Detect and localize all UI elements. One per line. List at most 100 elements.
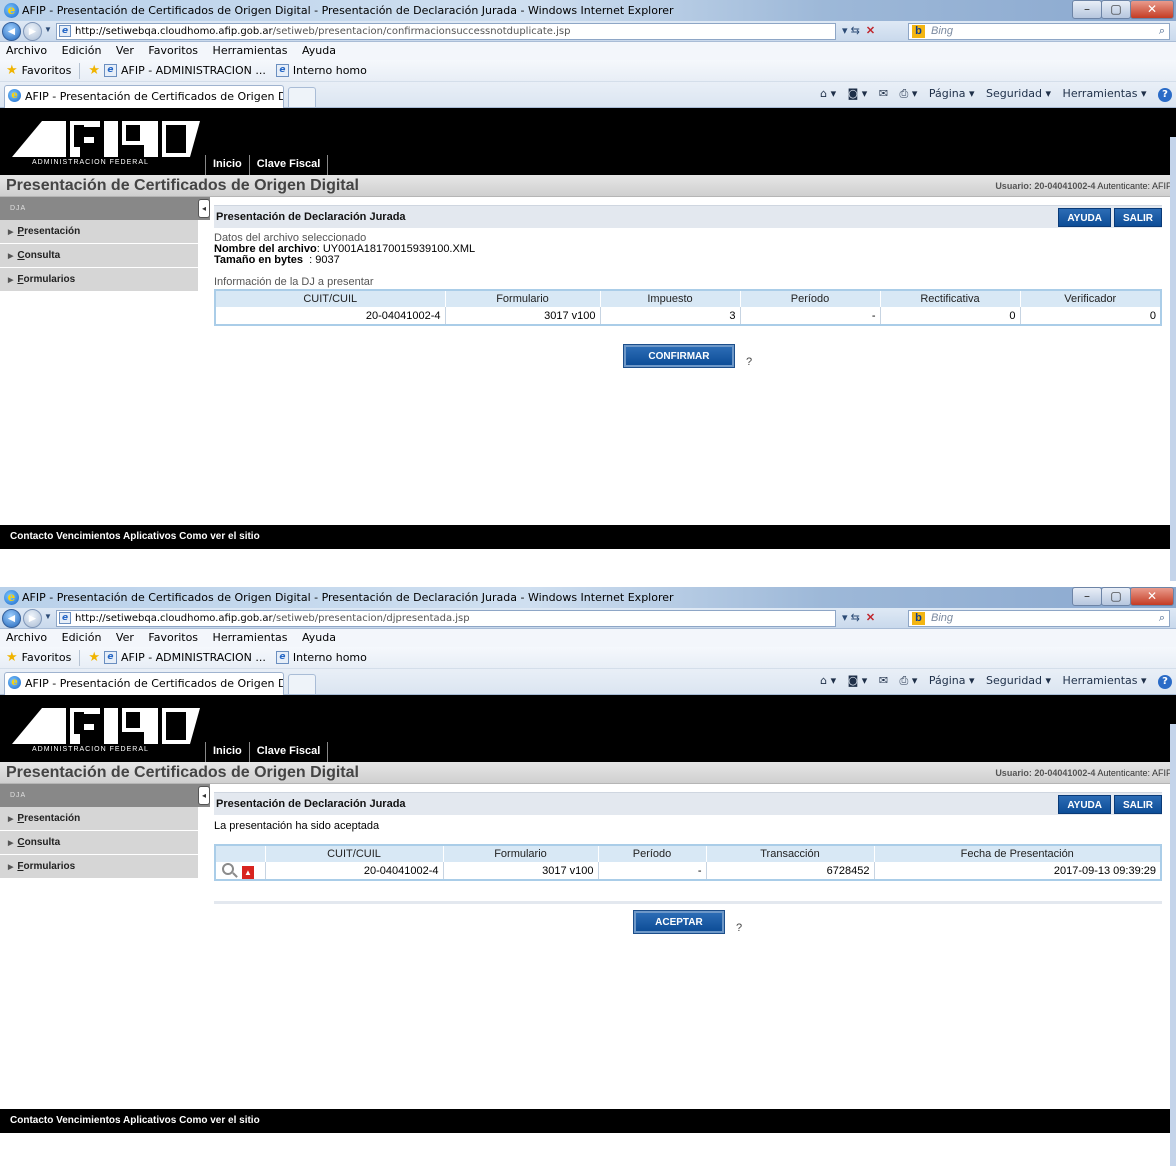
minimize-button[interactable]: – — [1072, 587, 1102, 606]
stop-icon[interactable]: ✕ — [866, 25, 875, 37]
search-input[interactable]: b Bing ⌕ — [908, 610, 1170, 627]
view-icon[interactable] — [222, 862, 234, 875]
page-icon: e — [103, 651, 117, 664]
add-favorite-icon[interactable]: ★ — [88, 60, 100, 82]
security-menu[interactable]: Seguridad ▾ — [986, 674, 1051, 687]
help-mark[interactable]: ? — [736, 922, 742, 934]
cell-formulario: 3017 v100 — [443, 862, 599, 880]
exit-button[interactable]: SALIR — [1114, 795, 1162, 814]
stop-icon[interactable]: ✕ — [866, 612, 875, 624]
url-input[interactable]: e http://setiwebqa.cloudhomo.afip.gob.ar/… — [56, 610, 836, 627]
col-cuit: CUIT/CUIL — [215, 290, 446, 307]
menu-favoritos[interactable]: Favoritos — [148, 44, 198, 57]
sidebar-item-presentacion[interactable]: ▶ Presentación — [0, 220, 198, 244]
nav-clave-fiscal[interactable]: Clave Fiscal — [248, 155, 329, 175]
home-icon[interactable]: ⌂ ▾ — [820, 87, 836, 100]
menu-ver[interactable]: Ver — [116, 631, 134, 644]
menu-ver[interactable]: Ver — [116, 44, 134, 57]
maximize-button[interactable]: ▢ — [1101, 0, 1131, 19]
favorites-button[interactable]: Favoritos — [22, 60, 72, 82]
url-dropdown-icon[interactable]: ▾ — [842, 612, 848, 624]
url-input[interactable]: e http://setiwebqa.cloudhomo.afip.gob.ar/… — [56, 23, 836, 40]
page-menu[interactable]: Página ▾ — [929, 674, 975, 687]
fav-link-interno[interactable]: Interno homo — [293, 647, 367, 669]
security-menu[interactable]: Seguridad ▾ — [986, 87, 1051, 100]
refresh-icon[interactable]: ⇆ — [851, 25, 860, 37]
menu-edicion[interactable]: Edición — [62, 631, 102, 644]
feeds-icon[interactable]: ◙ ▾ — [848, 674, 868, 687]
favorites-button[interactable]: Favoritos — [22, 647, 72, 669]
menu-ayuda[interactable]: Ayuda — [302, 631, 336, 644]
exit-button[interactable]: SALIR — [1114, 208, 1162, 227]
close-window-button[interactable]: ✕ — [1130, 587, 1174, 606]
menu-archivo[interactable]: Archivo — [6, 44, 47, 57]
new-tab-button[interactable] — [288, 87, 316, 107]
menu-favoritos[interactable]: Favoritos — [148, 631, 198, 644]
forward-button[interactable]: ► — [23, 609, 42, 628]
confirm-button[interactable]: CONFIRMAR — [622, 344, 735, 368]
add-favorite-icon[interactable]: ★ — [88, 647, 100, 669]
history-dropdown-icon[interactable]: ▼ — [44, 25, 52, 34]
collapse-sidebar-button[interactable]: ◂ — [198, 786, 210, 805]
search-icon[interactable]: ⌕ — [1159, 611, 1165, 626]
history-dropdown-icon[interactable]: ▼ — [44, 612, 52, 621]
page-title: Presentación de Certificados de Origen D… — [6, 177, 359, 194]
sidebar-item-presentacion[interactable]: ▶ Presentación — [0, 807, 198, 831]
collapse-sidebar-button[interactable]: ◂ — [198, 199, 210, 218]
search-input[interactable]: b Bing ⌕ — [908, 23, 1170, 40]
new-tab-button[interactable] — [288, 674, 316, 694]
sidebar-item-consulta[interactable]: ▶ Consulta — [0, 831, 198, 855]
accept-button[interactable]: ACEPTAR — [632, 910, 725, 934]
page-menu[interactable]: Página ▾ — [929, 87, 975, 100]
site-footer[interactable]: Contacto Vencimientos Aplicativos Como v… — [0, 525, 1170, 549]
sidebar-item-consulta[interactable]: ▶ Consulta — [0, 244, 198, 268]
nav-inicio[interactable]: Inicio — [205, 155, 249, 175]
favorites-bar: ★ Favoritos ★ e AFIP - ADMINISTRACION ..… — [0, 60, 1176, 82]
nav-inicio[interactable]: Inicio — [205, 742, 249, 762]
close-window-button[interactable]: ✕ — [1130, 0, 1174, 19]
search-icon[interactable]: ⌕ — [1159, 24, 1165, 39]
cell-transaccion: 6728452 — [706, 862, 875, 880]
refresh-icon[interactable]: ⇆ — [851, 612, 860, 624]
help-mark[interactable]: ? — [746, 356, 752, 368]
forward-button[interactable]: ► — [23, 22, 42, 41]
menu-herramientas[interactable]: Herramientas — [213, 631, 288, 644]
fav-link-afip[interactable]: AFIP - ADMINISTRACION ... — [121, 60, 266, 82]
help-icon[interactable]: ? — [1158, 88, 1172, 102]
help-button[interactable]: AYUDA — [1058, 795, 1111, 814]
print-icon[interactable]: ⎙ ▾ — [900, 87, 918, 100]
window-title: AFIP - Presentación de Certificados de O… — [22, 4, 674, 17]
sidebar-item-formularios[interactable]: ▶ Formularios — [0, 855, 198, 879]
sidebar-item-formularios[interactable]: ▶ Formularios — [0, 268, 198, 292]
fav-link-afip[interactable]: AFIP - ADMINISTRACION ... — [121, 647, 266, 669]
help-icon[interactable]: ? — [1158, 675, 1172, 689]
nav-clave-fiscal[interactable]: Clave Fiscal — [248, 742, 329, 762]
url-dropdown-icon[interactable]: ▾ — [842, 25, 848, 37]
back-button[interactable]: ◄ — [2, 22, 21, 41]
mail-icon[interactable]: ✉ — [879, 87, 888, 100]
minimize-button[interactable]: – — [1072, 0, 1102, 19]
browser-tab[interactable]: e AFIP - Presentación de Certificados de… — [4, 672, 284, 695]
tab-bar: e AFIP - Presentación de Certificados de… — [0, 82, 1176, 108]
menu-edicion[interactable]: Edición — [62, 44, 102, 57]
col-rectificativa: Rectificativa — [880, 290, 1021, 307]
print-icon[interactable]: ⎙ ▾ — [900, 674, 918, 687]
favorites-star-icon[interactable]: ★ — [6, 60, 18, 82]
site-footer[interactable]: Contacto Vencimientos Aplicativos Como v… — [0, 1109, 1170, 1133]
maximize-button[interactable]: ▢ — [1101, 587, 1131, 606]
favorites-star-icon[interactable]: ★ — [6, 647, 18, 669]
help-button[interactable]: AYUDA — [1058, 208, 1111, 227]
tools-menu[interactable]: Herramientas ▾ — [1063, 674, 1147, 687]
browser-tab[interactable]: e AFIP - Presentación de Certificados de… — [4, 85, 284, 108]
favorites-bar: ★ Favoritos ★ e AFIP - ADMINISTRACION ..… — [0, 647, 1176, 669]
menu-archivo[interactable]: Archivo — [6, 631, 47, 644]
menu-herramientas[interactable]: Herramientas — [213, 44, 288, 57]
feeds-icon[interactable]: ◙ ▾ — [848, 87, 868, 100]
back-button[interactable]: ◄ — [2, 609, 21, 628]
mail-icon[interactable]: ✉ — [879, 674, 888, 687]
fav-link-interno[interactable]: Interno homo — [293, 60, 367, 82]
home-icon[interactable]: ⌂ ▾ — [820, 674, 836, 687]
menu-ayuda[interactable]: Ayuda — [302, 44, 336, 57]
pdf-icon[interactable]: ▲ — [242, 865, 254, 879]
tools-menu[interactable]: Herramientas ▾ — [1063, 87, 1147, 100]
